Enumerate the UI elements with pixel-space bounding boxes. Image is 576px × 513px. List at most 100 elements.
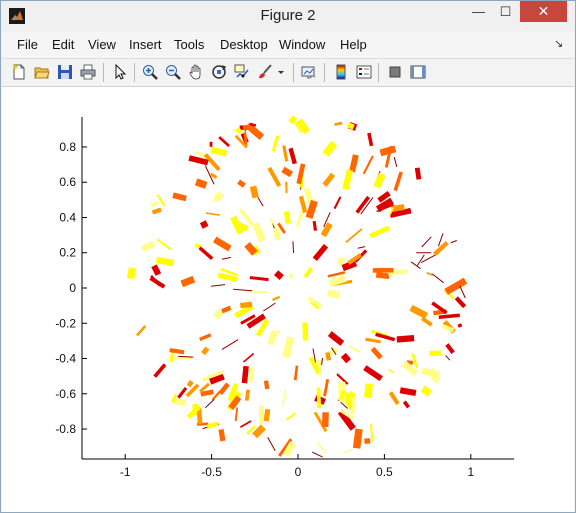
rotate-3d-icon[interactable] bbox=[209, 62, 229, 82]
data-segment bbox=[369, 225, 390, 239]
data-segment bbox=[244, 242, 258, 256]
save-icon[interactable] bbox=[55, 62, 75, 82]
data-segment bbox=[180, 275, 196, 288]
data-segment bbox=[244, 389, 251, 401]
data-segment bbox=[252, 424, 266, 439]
y-tick-label: -0.4 bbox=[55, 352, 76, 366]
dock-arrow-icon[interactable]: ↘ bbox=[554, 37, 563, 50]
data-segment bbox=[288, 272, 294, 280]
data-segment bbox=[416, 254, 425, 266]
data-segment bbox=[402, 400, 411, 409]
data-segment bbox=[288, 147, 297, 165]
data-segment bbox=[196, 407, 203, 425]
data-segment bbox=[401, 360, 418, 377]
data-segment bbox=[151, 264, 162, 276]
data-segment bbox=[327, 271, 346, 278]
brush-dropdown-icon[interactable] bbox=[276, 62, 286, 82]
new-figure-icon[interactable] bbox=[9, 62, 29, 82]
title-bar[interactable]: Figure 2 — ☐ ✕ bbox=[1, 1, 575, 31]
data-segment bbox=[221, 256, 231, 260]
data-segment bbox=[316, 387, 322, 409]
figure-window: Figure 2 — ☐ ✕ File Edit View Insert Too… bbox=[0, 0, 576, 513]
maximize-button[interactable]: ☐ bbox=[492, 1, 519, 22]
data-segment bbox=[235, 127, 242, 134]
data-segment bbox=[312, 244, 329, 262]
y-tick-label: 0.2 bbox=[59, 246, 76, 260]
data-segment bbox=[342, 169, 353, 191]
close-button[interactable]: ✕ bbox=[520, 1, 567, 22]
data-segment bbox=[282, 336, 295, 359]
data-segment bbox=[221, 339, 239, 350]
zoom-in-icon[interactable] bbox=[140, 62, 160, 82]
data-segment bbox=[218, 428, 226, 442]
data-segment bbox=[136, 325, 147, 337]
menu-help[interactable]: Help bbox=[340, 37, 367, 52]
minimize-button[interactable]: — bbox=[465, 1, 492, 22]
data-segment bbox=[352, 428, 363, 449]
pan-hand-icon[interactable] bbox=[186, 62, 206, 82]
data-segment bbox=[273, 270, 284, 281]
data-segment bbox=[327, 331, 345, 346]
menu-window[interactable]: Window bbox=[279, 37, 325, 52]
data-segment bbox=[247, 290, 268, 294]
insert-legend-icon[interactable] bbox=[354, 62, 374, 82]
data-segment bbox=[293, 365, 299, 381]
data-segment bbox=[156, 238, 172, 251]
figure-canvas[interactable]: -1 -0.5 0 0.5 1 -0.8 -0.6 -0.4 -0.2 0 0.2 0.4 0.6 0.8 bbox=[2, 87, 574, 512]
data-segment bbox=[459, 285, 466, 299]
data-segment bbox=[205, 212, 220, 216]
data-segment bbox=[321, 357, 324, 366]
show-plot-tools-icon[interactable] bbox=[408, 62, 428, 82]
toolbar-separator bbox=[103, 63, 104, 82]
insert-colorbar-icon[interactable] bbox=[331, 62, 351, 82]
data-segment bbox=[322, 140, 338, 157]
data-segment bbox=[303, 187, 314, 205]
brush-icon[interactable] bbox=[255, 62, 275, 82]
data-segment bbox=[365, 337, 381, 344]
open-file-icon[interactable] bbox=[32, 62, 52, 82]
data-segment bbox=[426, 272, 434, 276]
data-segment bbox=[204, 399, 215, 409]
data-segment bbox=[457, 323, 463, 328]
data-segment bbox=[340, 352, 352, 364]
scatter-plot[interactable]: -1 -0.5 0 0.5 1 -0.8 -0.6 -0.4 -0.2 0 0.2 0.4 0.6 0.8 bbox=[2, 87, 574, 512]
data-segment bbox=[328, 275, 347, 287]
data-segment bbox=[399, 387, 417, 397]
data-cursor-icon[interactable] bbox=[232, 62, 252, 82]
menu-file[interactable]: File bbox=[17, 37, 38, 52]
data-segment bbox=[242, 352, 255, 363]
data-segment bbox=[212, 236, 232, 252]
data-segment bbox=[285, 412, 296, 421]
data-segment bbox=[221, 305, 232, 314]
y-tick-label: 0.4 bbox=[59, 210, 76, 224]
x-tick-label: 0.5 bbox=[376, 465, 393, 479]
link-plot-icon[interactable] bbox=[299, 62, 319, 82]
data-segment bbox=[445, 355, 451, 361]
data-segment bbox=[173, 355, 192, 360]
edit-plot-arrow-icon[interactable] bbox=[110, 62, 130, 82]
data-segment bbox=[248, 367, 254, 382]
data-segment bbox=[295, 209, 305, 227]
menu-insert[interactable]: Insert bbox=[129, 37, 162, 52]
toolbar-separator bbox=[378, 63, 379, 82]
hide-plot-tools-icon[interactable] bbox=[385, 62, 405, 82]
data-segment bbox=[420, 316, 433, 327]
data-segment bbox=[234, 407, 239, 422]
data-segment bbox=[325, 352, 332, 361]
zoom-out-icon[interactable] bbox=[163, 62, 183, 82]
data-segment bbox=[421, 236, 432, 248]
data-segment bbox=[177, 386, 188, 399]
menu-edit[interactable]: Edit bbox=[52, 37, 74, 52]
menu-view[interactable]: View bbox=[88, 37, 116, 52]
data-segment bbox=[213, 309, 224, 320]
toolbar-separator bbox=[324, 63, 325, 82]
data-segment bbox=[188, 155, 209, 166]
data-segment bbox=[172, 192, 187, 202]
data-segment bbox=[151, 207, 162, 215]
menu-desktop[interactable]: Desktop bbox=[220, 37, 268, 52]
data-segment bbox=[393, 171, 403, 192]
data-segment bbox=[252, 222, 266, 243]
data-segment bbox=[311, 451, 323, 458]
print-icon[interactable] bbox=[78, 62, 98, 82]
menu-tools[interactable]: Tools bbox=[174, 37, 204, 52]
